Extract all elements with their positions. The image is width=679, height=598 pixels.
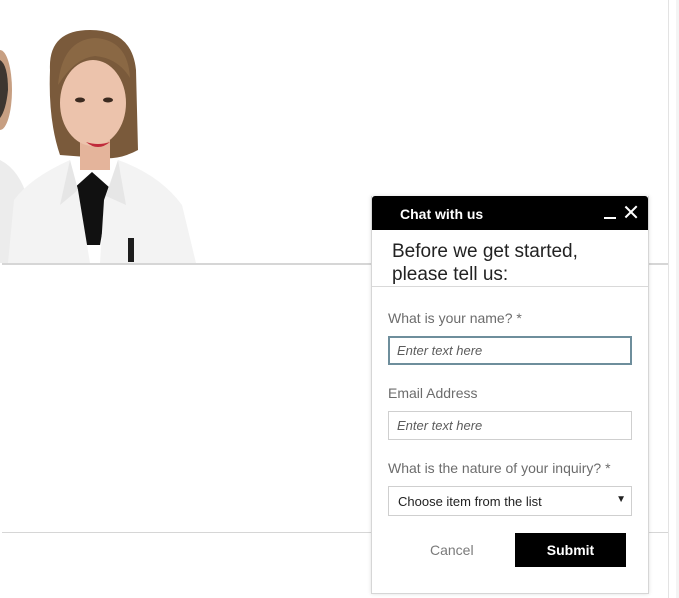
chat-widget: Chat with us Before we get started, plea… (371, 196, 649, 594)
name-label: What is your name? * (388, 310, 522, 326)
dropdown-arrow-icon: ▼ (616, 494, 626, 505)
email-label: Email Address (388, 385, 478, 401)
doctor-photo (0, 0, 200, 263)
intro-line-1: Before we get started, (392, 241, 578, 262)
name-input[interactable] (388, 336, 632, 365)
chat-header: Chat with us (372, 196, 648, 230)
intro-line-2: please tell us: (392, 264, 509, 285)
inquiry-select-value: Choose item from the list (398, 494, 542, 509)
minimize-icon[interactable] (603, 204, 617, 220)
submit-button[interactable]: Submit (515, 533, 626, 567)
close-icon[interactable] (624, 205, 638, 219)
inquiry-select[interactable]: Choose item from the list ▼ (388, 486, 632, 516)
chat-title: Chat with us (400, 206, 484, 222)
cancel-button[interactable]: Cancel (430, 542, 474, 558)
page-right-border (668, 0, 669, 598)
inquiry-label: What is the nature of your inquiry? * (388, 460, 611, 476)
email-input[interactable] (388, 411, 632, 440)
chat-intro: Before we get started, please tell us: (372, 230, 648, 287)
